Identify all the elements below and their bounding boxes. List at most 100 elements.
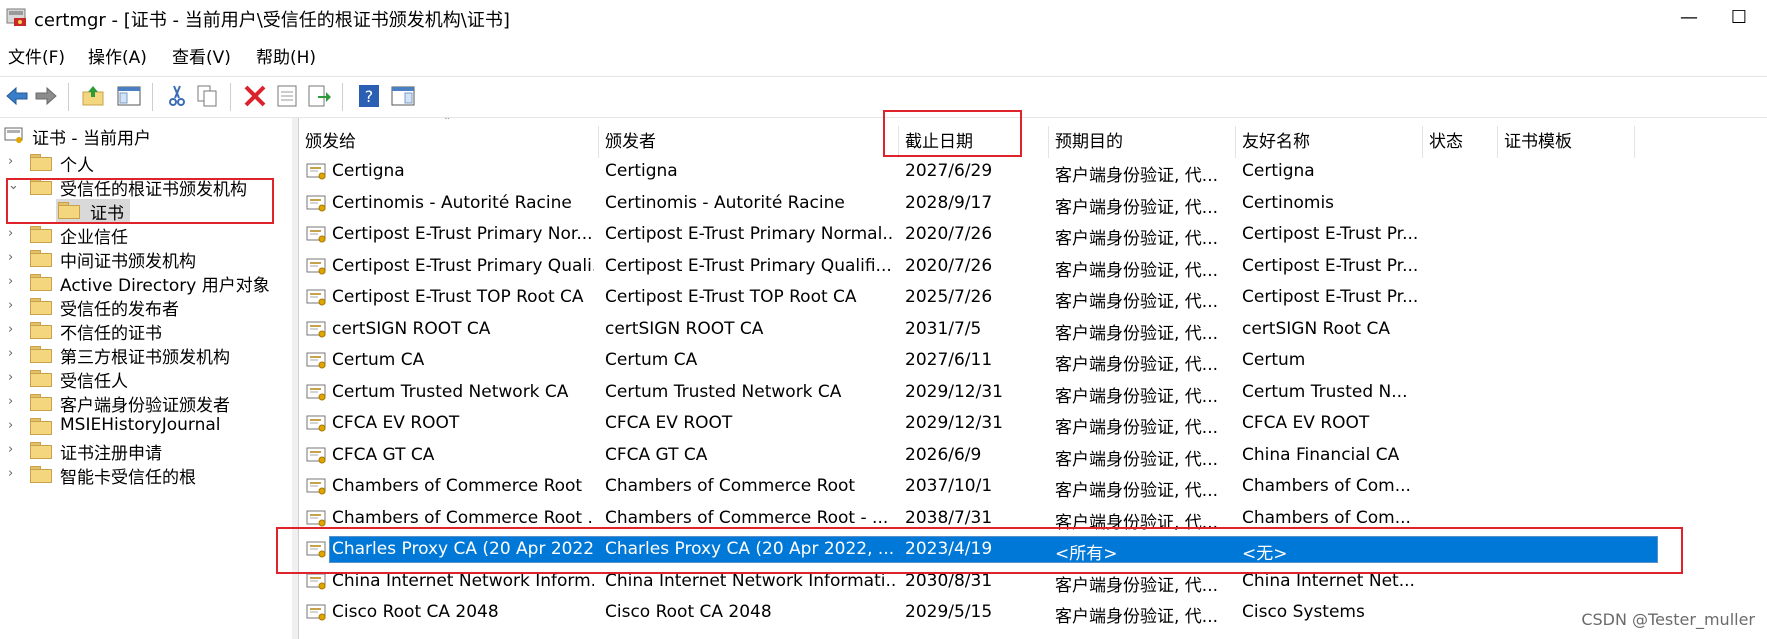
chevron-right-icon[interactable]: ›: [8, 322, 18, 337]
cell-purposes: 客户端身份验证, 代...: [1055, 260, 1219, 281]
chevron-right-icon[interactable]: ›: [8, 370, 18, 385]
export-list-icon[interactable]: [306, 83, 332, 109]
cell-issued-to: Cisco Root CA 2048: [332, 602, 499, 622]
cell-expiration: 2026/6/9: [905, 444, 982, 465]
table-row[interactable]: Certipost E-Trust Primary Quali... Certip…: [299, 253, 1635, 281]
chevron-right-icon[interactable]: ›: [8, 418, 18, 433]
cell-issuer: Chambers of Commerce Root - ...: [605, 507, 889, 528]
certificate-icon: [306, 510, 326, 526]
show-hide-tree-icon[interactable]: [116, 83, 142, 109]
folder-icon: [30, 418, 52, 435]
cell-friendly-name: CFCA EV ROOT: [1242, 413, 1370, 433]
title-bar: certmgr - [证书 - 当前用户\受信任的根证书颁发机构\证书] — ☐: [0, 0, 1767, 34]
menu-file[interactable]: 文件(F): [8, 43, 65, 68]
certificate-icon: [306, 258, 326, 274]
chevron-right-icon[interactable]: ›: [8, 346, 18, 361]
certificate-icon: [306, 163, 326, 180]
chevron-right-icon[interactable]: ›: [8, 154, 18, 169]
chevron-right-icon[interactable]: ›: [8, 298, 18, 313]
cell-friendly-name: Chambers of Com...: [1242, 507, 1411, 528]
table-row[interactable]: Chambers of Commerce Root Chambers of Com…: [299, 473, 1635, 501]
cut-icon[interactable]: [164, 83, 190, 109]
minimize-button[interactable]: —: [1666, 4, 1712, 32]
tree-item-label: 不信任的证书: [60, 324, 162, 344]
action-pane-icon[interactable]: [390, 83, 416, 109]
chevron-right-icon[interactable]: ›: [8, 250, 18, 265]
delete-icon[interactable]: [242, 83, 268, 109]
up-folder-icon[interactable]: [80, 83, 106, 109]
cell-issued-to: certSIGN ROOT CA: [332, 318, 491, 339]
certmgr-app-icon: [6, 8, 26, 26]
column-header-status[interactable]: 状态: [1423, 126, 1498, 158]
column-header-issuer[interactable]: 颁发者: [599, 126, 899, 158]
copy-icon[interactable]: [194, 83, 220, 109]
cell-issued-to: CFCA GT CA: [332, 444, 435, 465]
cell-expiration: 2037/10/1: [905, 476, 993, 496]
certificate-icon: [306, 384, 326, 400]
cell-issued-to: Certum CA: [332, 350, 425, 370]
cell-issuer: CFCA EV ROOT: [605, 413, 733, 433]
properties-icon[interactable]: [274, 83, 300, 109]
menu-view[interactable]: 查看(V): [172, 43, 231, 68]
folder-icon: [30, 442, 52, 459]
chevron-right-icon[interactable]: ›: [8, 274, 18, 289]
table-row[interactable]: CFCA GT CA CFCA GT CA 2026/6/9 客户端身份验证, 代..…: [299, 442, 1635, 470]
cell-issued-to: Certum Trusted Network CA: [332, 381, 569, 402]
back-arrow-icon[interactable]: [4, 83, 30, 109]
cell-friendly-name: Certigna: [1242, 161, 1315, 181]
table-row[interactable]: Certum CA Certum CA 2027/6/11 客户端身份验证, 代...…: [299, 347, 1635, 375]
chevron-right-icon[interactable]: ›: [8, 226, 18, 241]
folder-icon: [30, 298, 52, 315]
cell-expiration: 2029/12/31: [905, 381, 1003, 402]
table-row[interactable]: certSIGN ROOT CA certSIGN ROOT CA 2031/7/5…: [299, 316, 1635, 344]
certificate-icon: [306, 289, 326, 306]
menu-action[interactable]: 操作(A): [88, 43, 147, 68]
cell-issued-to: Certipost E-Trust Primary Nor...: [332, 224, 593, 244]
column-header-issued-to[interactable]: 颁发给: [299, 126, 599, 158]
certificate-icon: [306, 447, 326, 463]
cell-expiration: 2027/6/29: [905, 161, 993, 181]
tree-item-label: 智能卡受信任的根: [60, 468, 196, 488]
cell-expiration: 2038/7/31: [905, 507, 993, 528]
tree-item-label: 企业信任: [60, 228, 128, 248]
cell-friendly-name: China Financial CA: [1242, 444, 1400, 465]
table-row[interactable]: CFCA EV ROOT CFCA EV ROOT 2029/12/31 客户端身份验…: [299, 410, 1635, 438]
certificate-icon: [306, 321, 326, 337]
help-icon[interactable]: ?: [356, 83, 382, 109]
tree-item-label: 中间证书颁发机构: [60, 252, 196, 272]
certificate-icon: [306, 352, 326, 369]
tree-item-label: 个人: [60, 156, 94, 176]
maximize-button[interactable]: ☐: [1716, 4, 1762, 32]
column-header-purposes[interactable]: 预期目的: [1049, 126, 1236, 158]
cell-friendly-name: Chambers of Com...: [1242, 476, 1411, 496]
svg-text:?: ?: [365, 87, 374, 106]
table-row[interactable]: Certipost E-Trust Primary Nor... Certipos…: [299, 221, 1635, 249]
forward-arrow-icon[interactable]: [33, 83, 59, 109]
chevron-right-icon[interactable]: ›: [8, 394, 18, 409]
cell-expiration: 2031/7/5: [905, 318, 982, 339]
cell-issuer: CFCA GT CA: [605, 444, 708, 465]
column-header-template[interactable]: 证书模板: [1498, 126, 1635, 158]
cell-issuer: Certipost E-Trust Primary Qualifi...: [605, 255, 892, 276]
menu-help[interactable]: 帮助(H): [256, 43, 316, 68]
table-row[interactable]: Certigna Certigna 2027/6/29 客户端身份验证, 代... Ce…: [299, 158, 1635, 186]
cell-purposes: 客户端身份验证, 代...: [1055, 323, 1219, 344]
table-row[interactable]: Cisco Root CA 2048 Cisco Root CA 2048 2029…: [299, 599, 1635, 627]
cell-issued-to: Certigna: [332, 161, 405, 181]
cell-expiration: 2027/6/11: [905, 350, 993, 370]
watermark: CSDN @Tester_muller: [1581, 610, 1755, 629]
cell-expiration: 2025/7/26: [905, 287, 993, 307]
cell-purposes: 客户端身份验证, 代...: [1055, 481, 1219, 501]
cell-issuer: Certigna: [605, 161, 678, 181]
cell-expiration: 2020/7/26: [905, 224, 993, 244]
table-row[interactable]: Certinomis - Autorité Racine Certinomis -…: [299, 190, 1635, 218]
table-row[interactable]: Certipost E-Trust TOP Root CA Certipost E…: [299, 284, 1635, 312]
chevron-right-icon[interactable]: ›: [8, 442, 18, 457]
column-header-friendly-name[interactable]: 友好名称: [1236, 126, 1423, 158]
cell-purposes: 客户端身份验证, 代...: [1055, 575, 1219, 596]
cell-issued-to: Certipost E-Trust Primary Quali...: [332, 255, 594, 276]
table-row[interactable]: Certum Trusted Network CA Certum Trusted …: [299, 379, 1635, 407]
cell-expiration: 2028/9/17: [905, 192, 993, 213]
chevron-right-icon[interactable]: ›: [8, 466, 18, 481]
cell-purposes: 客户端身份验证, 代...: [1055, 355, 1219, 375]
